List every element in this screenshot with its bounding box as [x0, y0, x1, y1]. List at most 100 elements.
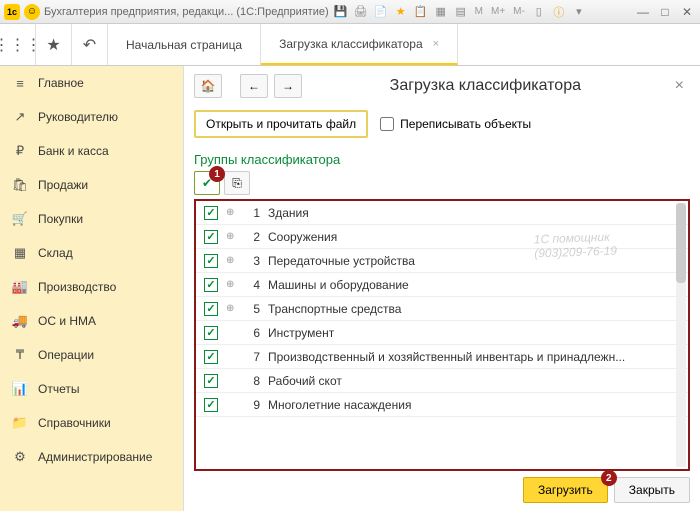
tab-close-icon[interactable]: × [433, 38, 439, 50]
save-icon[interactable]: 💾 [333, 4, 349, 20]
tab-classifier-label: Загрузка классификатора [279, 37, 423, 51]
m-memory[interactable]: M [473, 6, 485, 17]
table-row[interactable]: ✓7Производственный и хозяйственный инвен… [196, 345, 688, 369]
expand-icon[interactable]: ⊕ [226, 303, 236, 314]
expand-icon[interactable]: ⊕ [226, 255, 236, 266]
home-button[interactable]: 🏠 [194, 74, 222, 98]
sidebar-item-9[interactable]: 📊Отчеты [0, 372, 183, 406]
table-row[interactable]: ✓8Рабочий скот [196, 369, 688, 393]
app-icon-1c: 1c [4, 4, 20, 20]
minimize-button[interactable]: — [634, 4, 652, 20]
sidebar-item-label: Администрирование [38, 450, 152, 464]
sidebar-item-7[interactable]: 🚚ОС и НМА [0, 304, 183, 338]
window-title: Бухгалтерия предприятия, редакци... (1С:… [44, 6, 329, 18]
dropdown-icon[interactable]: ▾ [571, 4, 587, 20]
content-area: 🏠 ← → Загрузка классификатора × Открыть … [184, 66, 700, 511]
tab-home-label: Начальная страница [126, 38, 242, 52]
sidebar-item-6[interactable]: 🏭Производство [0, 270, 183, 304]
row-name: Машины и оборудование [268, 278, 688, 292]
overwrite-label: Переписывать объекты [400, 117, 531, 131]
table-row[interactable]: ✓ ⊕ 1 Здания [196, 201, 688, 225]
sidebar-icon: ⚙ [12, 449, 28, 465]
overwrite-checkbox[interactable] [380, 117, 394, 131]
calc-icon[interactable]: ▤ [453, 4, 469, 20]
row-checkbox[interactable]: ✓ [204, 230, 218, 244]
row-name: Многолетние насаждения [268, 398, 688, 412]
table-row[interactable]: ✓9Многолетние насаждения [196, 393, 688, 417]
sidebar-item-4[interactable]: 🛒Покупки [0, 202, 183, 236]
apps-button[interactable]: ⋮⋮⋮ [0, 24, 36, 65]
open-read-file-button[interactable]: Открыть и прочитать файл [194, 110, 368, 138]
print-icon[interactable]: 🖨 [353, 4, 369, 20]
sidebar-item-10[interactable]: 📁Справочники [0, 406, 183, 440]
row-number: 6 [244, 326, 260, 340]
close-page-button[interactable]: × [669, 77, 690, 95]
row-name: Рабочий скот [268, 374, 688, 388]
row-checkbox[interactable]: ✓ [204, 398, 218, 412]
sidebar-icon: 🏭 [12, 279, 28, 295]
row-number: 2 [244, 230, 260, 244]
expand-icon[interactable]: ⊕ [226, 231, 236, 242]
close-button[interactable]: Закрыть [614, 477, 690, 503]
row-checkbox[interactable]: ✓ [204, 254, 218, 268]
sidebar-item-8[interactable]: ₸Операции [0, 338, 183, 372]
row-name: Передаточные устройства [268, 254, 688, 268]
sidebar-item-2[interactable]: ₽ Банк и касса [0, 134, 183, 168]
tab-home[interactable]: Начальная страница [108, 24, 261, 65]
m-plus[interactable]: M+ [489, 6, 507, 17]
load-button[interactable]: Загрузить 2 [523, 477, 608, 503]
sidebar-item-11[interactable]: ⚙ Администрирование [0, 440, 183, 474]
row-checkbox[interactable]: ✓ [204, 350, 218, 364]
sidebar-item-label: Руководителю [38, 110, 118, 124]
back-button[interactable]: ← [240, 74, 268, 98]
sidebar-item-5[interactable]: ▦Склад [0, 236, 183, 270]
row-number: 1 [244, 206, 260, 220]
history-button[interactable]: ↶ [72, 24, 108, 65]
row-checkbox[interactable]: ✓ [204, 278, 218, 292]
maximize-button[interactable]: □ [656, 4, 674, 20]
sidebar-item-0[interactable]: ≡Главное [0, 66, 183, 100]
overwrite-checkbox-wrap[interactable]: Переписывать объекты [380, 117, 531, 131]
sidebar-icon: ₽ [12, 143, 28, 159]
forward-button[interactable]: → [274, 74, 302, 98]
check-all-button[interactable]: ✔ 1 [194, 171, 220, 195]
row-checkbox[interactable]: ✓ [204, 302, 218, 316]
sidebar-item-label: Операции [38, 348, 94, 362]
close-window-button[interactable]: ✕ [678, 4, 696, 20]
marker-1: 1 [209, 166, 225, 182]
section-title: Группы классификатора [194, 152, 690, 167]
uncheck-all-button[interactable]: ⎘ [224, 171, 250, 195]
sidebar-item-1[interactable]: ↗Руководителю [0, 100, 183, 134]
row-number: 7 [244, 350, 260, 364]
info-icon[interactable]: ⓘ [551, 4, 567, 20]
sidebar-item-3[interactable]: 🛍Продажи [0, 168, 183, 202]
table-row[interactable]: ✓6Инструмент [196, 321, 688, 345]
sidebar-item-label: Банк и касса [38, 144, 109, 158]
star-icon[interactable]: ★ [393, 4, 409, 20]
table-row[interactable]: ✓ ⊕ 2 Сооружения [196, 225, 688, 249]
favorites-button[interactable]: ★ [36, 24, 72, 65]
clipboard-icon[interactable]: 📋 [413, 4, 429, 20]
sidebar: ≡Главное↗Руководителю ₽ Банк и касса 🛍Прода… [0, 66, 184, 511]
sidebar-item-label: Главное [38, 76, 84, 90]
table-row[interactable]: ✓⊕5Транспортные средства [196, 297, 688, 321]
page-title: Загрузка классификатора [308, 77, 663, 95]
table-row[interactable]: ✓⊕3Передаточные устройства [196, 249, 688, 273]
expand-icon[interactable]: ⊕ [226, 279, 236, 290]
classifier-grid: ✓⊕1Здания✓⊕2Сооружения✓⊕3Передаточные ус… [194, 199, 690, 471]
expand-icon[interactable]: ⊕ [226, 207, 236, 218]
row-name: Здания [268, 206, 688, 220]
tab-classifier[interactable]: Загрузка классификатора × [261, 24, 458, 65]
calendar-icon[interactable]: ▦ [433, 4, 449, 20]
table-row[interactable]: ✓⊕4Машины и оборудование [196, 273, 688, 297]
row-checkbox[interactable]: ✓ [204, 326, 218, 340]
grid-scroll-thumb[interactable] [676, 203, 686, 283]
m-minus[interactable]: M- [511, 6, 527, 17]
row-name: Сооружения [268, 230, 688, 244]
row-checkbox[interactable]: ✓ [204, 374, 218, 388]
sidebar-icon: 🚚 [12, 313, 28, 329]
doc-icon[interactable]: 📄 [373, 4, 389, 20]
row-checkbox[interactable]: ✓ [204, 206, 218, 220]
panel-icon[interactable]: ▯ [531, 4, 547, 20]
sidebar-item-label: Справочники [38, 416, 111, 430]
